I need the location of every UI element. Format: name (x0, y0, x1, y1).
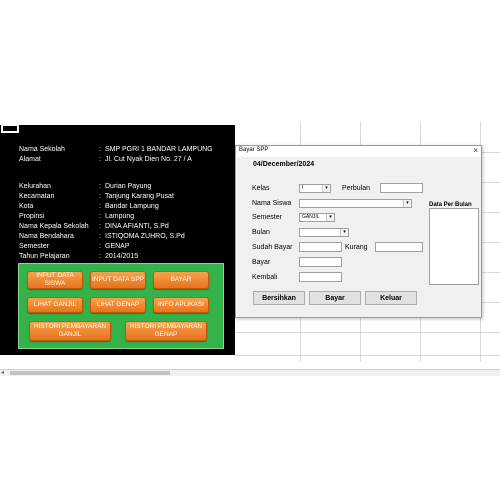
info-label: Kecamatan (19, 193, 55, 200)
kurang-field[interactable] (375, 242, 423, 252)
kembali-field[interactable] (299, 272, 342, 282)
menu-panel: INPUT DATA SISWA INPUT DATA SPP BAYAR LI… (18, 263, 224, 349)
kurang-label: Kurang (345, 244, 368, 251)
info-label: Tahun Pelajaran (19, 253, 70, 260)
histori-genap-button[interactable]: HISTORI PEMBAYARAN GENAP (125, 321, 207, 341)
gridline (235, 332, 500, 333)
sudah-bayar-field[interactable] (299, 242, 342, 252)
info-value: DINA AFIANTI, S.Pd (105, 223, 169, 230)
info-label: Nama Bendahara (19, 233, 74, 240)
info-label: Nama Sekolah (19, 146, 65, 153)
sudah-bayar-label: Sudah Bayar (252, 244, 293, 251)
semester-select[interactable]: GANJIL ▾ (299, 213, 335, 222)
info-value: Durian Payung (105, 183, 152, 190)
info-value: ISTIQOMA ZUHRO, S.Pd (105, 233, 185, 240)
semester-value: GANJIL (302, 214, 320, 220)
dialog-titlebar[interactable]: Bayar SPP × (236, 146, 481, 157)
info-label: Kota (19, 203, 34, 210)
info-value: Tanjung Karang Pusat (105, 193, 174, 200)
excel-window: Nama Sekolah : SMP PGRI 1 BANDAR LAMPUNG… (0, 0, 500, 500)
semester-label: Semester (252, 214, 282, 221)
histori-ganjil-button[interactable]: HISTORI PEMBAYARAN GANJIL (29, 321, 111, 341)
info-label: Propinsi (19, 213, 45, 220)
close-icon[interactable]: × (473, 146, 478, 156)
bayar-label: Bayar (252, 259, 271, 266)
active-cell[interactable] (1, 124, 19, 133)
info-aplikasi-button[interactable]: INFO APLIKASI (153, 297, 209, 313)
info-label: Semester (19, 243, 49, 250)
nama-siswa-select[interactable]: ▾ (299, 199, 412, 208)
school-dashboard: Nama Sekolah : SMP PGRI 1 BANDAR LAMPUNG… (0, 125, 235, 355)
scroll-left-icon[interactable]: ◂ (1, 370, 4, 376)
lihat-genap-button[interactable]: LIHAT GENAP (90, 297, 146, 313)
info-value: Lampung (105, 213, 135, 220)
nama-siswa-label: Nama Siswa (252, 200, 292, 207)
info-label: Kelurahan (19, 183, 51, 190)
info-value: SMP PGRI 1 BANDAR LAMPUNG (105, 146, 213, 153)
data-per-bulan-list[interactable] (429, 208, 479, 285)
perbulan-label: Perbulan (342, 185, 371, 192)
kembali-label: Kembali (252, 274, 278, 281)
bayar-spp-dialog: Bayar SPP × 04/December/2024 Kelas I ▾ P… (235, 145, 482, 318)
info-value: 2014/2015 (105, 253, 139, 260)
scrollbar-thumb[interactable] (10, 371, 170, 375)
chevron-down-icon[interactable]: ▾ (322, 185, 330, 192)
bulan-select[interactable]: ▾ (299, 228, 349, 237)
date-label: 04/December/2024 (253, 161, 315, 168)
bersihkan-button[interactable]: Bersihkan (253, 291, 305, 305)
info-value: Jl. Cut Nyak Dien No. 27 / A (105, 156, 192, 163)
info-value: Bandar Lampung (105, 203, 159, 210)
chevron-down-icon[interactable]: ▾ (403, 200, 411, 207)
horizontal-scrollbar[interactable]: ◂ (0, 369, 500, 376)
lihat-ganjil-button[interactable]: LIHAT GANJIL (27, 297, 83, 313)
chevron-down-icon[interactable]: ▾ (340, 229, 348, 236)
info-label: Nama Kepala Sekolah (19, 223, 89, 230)
kelas-select[interactable]: I ▾ (299, 184, 331, 193)
info-label: Alamat (19, 156, 41, 163)
bayar-field[interactable] (299, 257, 342, 267)
input-spp-button[interactable]: INPUT DATA SPP (90, 271, 146, 289)
dialog-body: 04/December/2024 Kelas I ▾ Perbulan Nama… (237, 157, 481, 317)
perbulan-field[interactable] (380, 183, 423, 193)
kelas-label: Kelas (252, 185, 270, 192)
chevron-down-icon[interactable]: ▾ (326, 214, 334, 221)
input-siswa-button[interactable]: INPUT DATA SISWA (27, 271, 83, 289)
dialog-title: Bayar SPP (239, 147, 269, 153)
keluar-button[interactable]: Keluar (365, 291, 417, 305)
bulan-label: Bulan (252, 229, 270, 236)
bayar-menu-button[interactable]: BAYAR (153, 271, 209, 289)
bayar-button[interactable]: Bayar (309, 291, 361, 305)
kelas-value: I (302, 185, 304, 191)
gridline (235, 355, 500, 356)
info-value: GENAP (105, 243, 130, 250)
